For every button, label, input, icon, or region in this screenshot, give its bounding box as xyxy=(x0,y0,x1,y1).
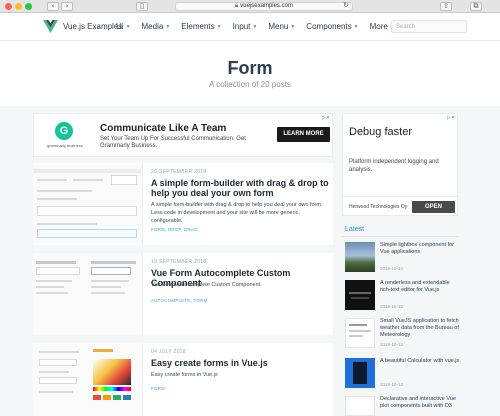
latest-date: 2018-10-13 xyxy=(380,382,404,387)
nav-item-elements[interactable]: Elements ▼ xyxy=(181,22,221,31)
latest-date: 2018-10-13 xyxy=(380,342,404,347)
site-brand[interactable]: Vue.js Examples xyxy=(63,22,122,31)
site-navbar: Vue.js Examples Ui ▼ Media ▼ Elements ▼ Inp… xyxy=(0,13,500,41)
nav-label: Components xyxy=(306,22,352,31)
page-header: Form A collection of 20 posts xyxy=(0,41,500,106)
page-subtitle: A collection of 20 posts xyxy=(209,80,291,89)
back-icon[interactable]: ‹ xyxy=(47,2,59,11)
post-description: Vue Form Autocomplete Custom Component. xyxy=(151,282,262,288)
chevron-down-icon: ▼ xyxy=(125,24,131,30)
search-placeholder: Search xyxy=(396,24,416,30)
close-window-button[interactable] xyxy=(5,3,12,10)
top-ad-banner[interactable]: G grammarly business Communicate Like A … xyxy=(33,113,333,157)
post-tags[interactable]: FORM xyxy=(151,386,165,391)
latest-item[interactable]: Small VueJS application to fetch weather… xyxy=(345,318,461,354)
sidebar-icon[interactable]: ▯ xyxy=(136,2,148,11)
post-description: A simple form-builder with drag & drop t… xyxy=(151,202,323,224)
latest-date: 2018-10-14 xyxy=(380,266,404,271)
lock-icon: 🔒︎ xyxy=(235,3,239,9)
post-thumbnail[interactable] xyxy=(33,343,143,416)
address-bar[interactable]: 🔒︎ vuejsexamples.com xyxy=(175,2,353,11)
latest-thumbnail[interactable] xyxy=(345,396,375,416)
latest-date: 2018-10-13 xyxy=(380,304,404,309)
open-button[interactable]: OPEN xyxy=(412,201,455,213)
url-text: vuejsexamples.com xyxy=(240,3,293,9)
nav-label: Menu xyxy=(268,22,289,31)
nav-menu: Ui ▼ Media ▼ Elements ▼ Input ▼ Menu ▼ Compon… xyxy=(116,22,406,31)
latest-thumbnail[interactable] xyxy=(345,318,375,348)
post-card[interactable]: 19 SEPTEMBER 2018 Vue Form Autocomplete … xyxy=(33,253,333,335)
chevron-down-icon: ▼ xyxy=(353,24,359,30)
post-title[interactable]: Easy create forms in Vue.js xyxy=(151,358,329,368)
reload-icon[interactable]: ↻ xyxy=(340,2,352,11)
nav-label: Input xyxy=(232,22,251,31)
learn-more-button[interactable]: LEARN MORE xyxy=(277,127,330,142)
nav-item-menu[interactable]: Menu ▼ xyxy=(268,22,295,31)
nav-label: Elements xyxy=(181,22,215,31)
grammarly-logo-icon: G xyxy=(55,122,73,140)
vue-logo-icon[interactable] xyxy=(43,20,58,33)
latest-item[interactable]: Simple lightbox component for Vue applic… xyxy=(345,242,461,278)
nav-label: More xyxy=(369,22,388,31)
post-date: 19 SEPTEMBER 2018 xyxy=(151,259,207,265)
minimize-window-button[interactable] xyxy=(15,3,22,10)
post-card[interactable]: 04 JULY 2018 Easy create forms in Vue.js… xyxy=(33,343,333,416)
post-tags[interactable]: FORM, DROP, DRAG xyxy=(151,227,198,232)
chevron-down-icon: ▼ xyxy=(290,24,296,30)
ad-brand: grammarly business xyxy=(47,143,83,148)
forward-icon[interactable]: › xyxy=(61,2,73,11)
post-thumbnail[interactable] xyxy=(33,163,143,245)
post-tags[interactable]: AUTOCOMPLETE, FORM xyxy=(151,298,208,303)
divider xyxy=(342,236,458,237)
side-ad-banner[interactable]: ▷✕ Debug faster Platform independent log… xyxy=(342,113,459,217)
nav-label: Media xyxy=(141,22,164,31)
post-date: 20 SEPTEMBER 2018 xyxy=(151,169,207,175)
latest-thumbnail[interactable] xyxy=(345,242,375,272)
post-card[interactable]: 20 SEPTEMBER 2018 A simple form-builder … xyxy=(33,163,333,245)
latest-title[interactable]: Small VueJS application to fetch weather… xyxy=(380,318,461,339)
latest-thumbnail[interactable] xyxy=(345,358,375,388)
latest-title[interactable]: Simple lightbox component for Vue applic… xyxy=(380,242,461,256)
nav-item-input[interactable]: Input ▼ xyxy=(233,22,258,31)
latest-thumbnail[interactable] xyxy=(345,280,375,310)
ad-text: Set Your Team Up For Successful Communic… xyxy=(100,136,246,149)
zoom-window-button[interactable] xyxy=(25,3,32,10)
latest-item[interactable]: A beautiful Calculator with vue.js 2018-… xyxy=(345,358,461,394)
latest-item[interactable]: A renderless and extendable rich-text ed… xyxy=(345,280,461,316)
page-title: Form xyxy=(227,58,273,78)
tabs-icon[interactable]: ⧉ xyxy=(470,2,482,11)
latest-title[interactable]: A beautiful Calculator with vue.js xyxy=(380,358,461,365)
latest-heading: Latest xyxy=(345,226,365,233)
share-icon[interactable]: ⇧ xyxy=(440,2,452,11)
nav-item-components[interactable]: Components ▼ xyxy=(306,22,358,31)
post-description: Easy create forms in Vue.js xyxy=(151,372,218,378)
post-date: 04 JULY 2018 xyxy=(151,349,186,355)
ad-choices-icon[interactable]: ▷✕ xyxy=(447,115,455,121)
nav-item-media[interactable]: Media ▼ xyxy=(142,22,171,31)
side-ad-title: Debug faster xyxy=(349,126,412,138)
latest-item[interactable]: Declarative and interactive Vue plot com… xyxy=(345,396,461,416)
post-thumbnail[interactable] xyxy=(33,253,143,335)
latest-title[interactable]: Declarative and interactive Vue plot com… xyxy=(380,396,461,410)
nav-item-ui[interactable]: Ui ▼ xyxy=(116,22,131,31)
side-ad-footer: Herwood Technologies Oy OPEN xyxy=(343,196,459,217)
latest-title[interactable]: A renderless and extendable rich-text ed… xyxy=(380,280,461,294)
browser-toolbar: ‹ › ▯ 🔒︎ vuejsexamples.com ↻ ⇧ ⧉ xyxy=(0,0,500,13)
nav-label: Ui xyxy=(116,22,124,31)
side-ad-brand: Herwood Technologies Oy xyxy=(349,204,408,210)
ad-choices-icon[interactable]: ▷✕ xyxy=(322,115,330,121)
chevron-down-icon: ▼ xyxy=(252,24,258,30)
post-title[interactable]: A simple form-builder with drag & drop t… xyxy=(151,178,329,198)
side-ad-text: Platform independent logging and analysi… xyxy=(349,159,439,173)
chevron-down-icon: ▼ xyxy=(165,24,171,30)
chevron-down-icon: ▼ xyxy=(216,24,222,30)
ad-title: Communicate Like A Team xyxy=(100,123,227,134)
search-input[interactable]: Search xyxy=(391,20,467,33)
